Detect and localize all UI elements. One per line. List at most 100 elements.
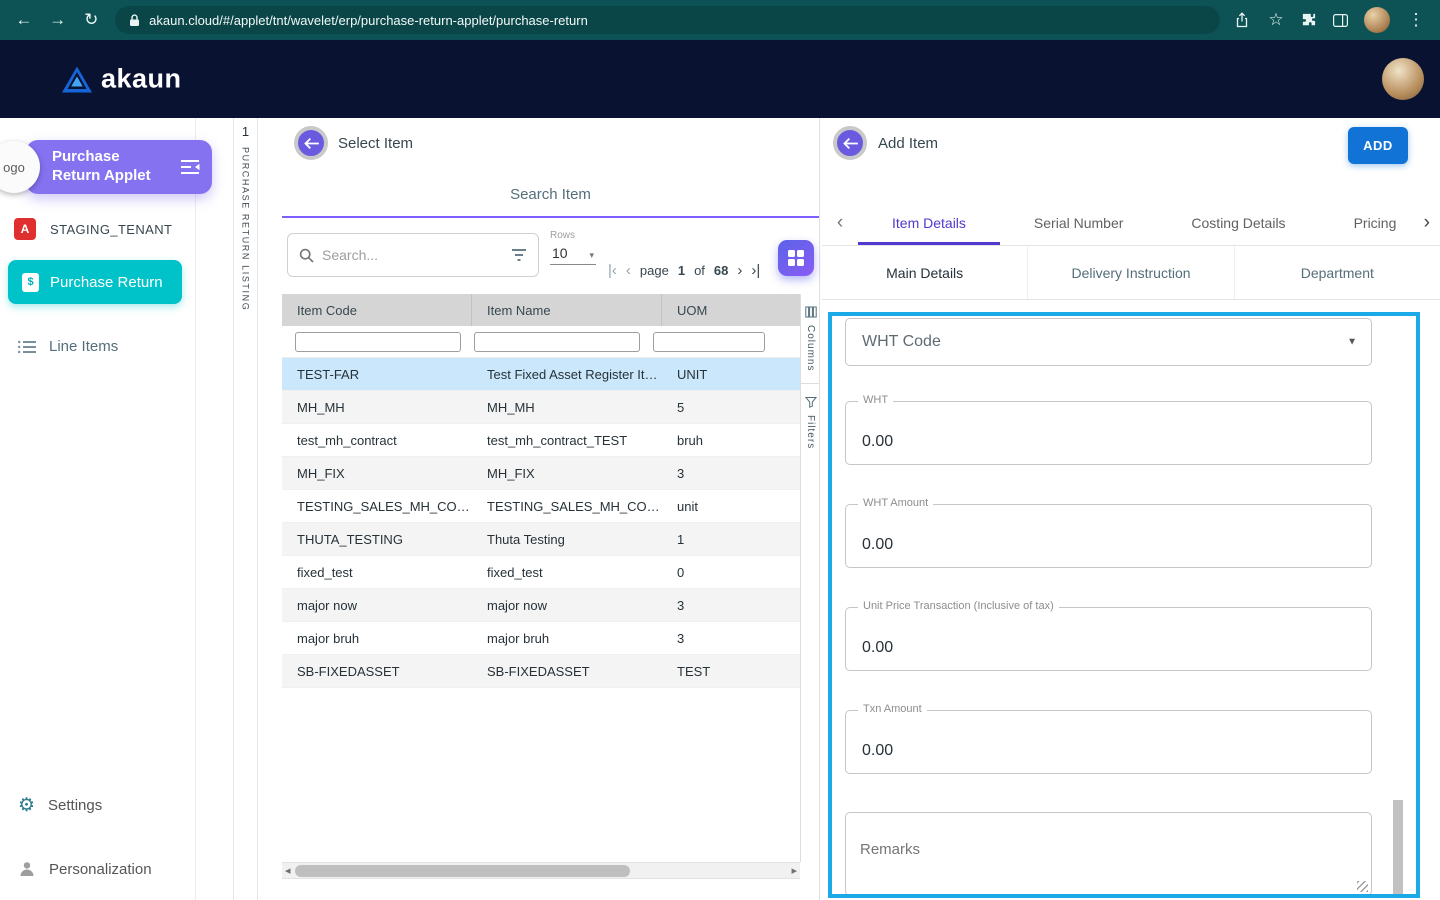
cell-item-name: test_mh_contract_TEST bbox=[472, 433, 662, 448]
horizontal-scrollbar[interactable]: ◂ ▸ bbox=[282, 862, 800, 879]
personalization-label: Personalization bbox=[49, 861, 152, 878]
grid-view-button[interactable] bbox=[778, 240, 814, 276]
unit-price-transaction-field[interactable]: Unit Price Transaction (Inclusive of tax… bbox=[845, 607, 1372, 671]
cell-uom: 3 bbox=[662, 598, 800, 613]
add-button[interactable]: ADD bbox=[1348, 127, 1408, 164]
table-header: Item Code Item Name UOM bbox=[282, 294, 800, 326]
cell-item-code: MH_MH bbox=[282, 400, 472, 415]
vertical-scrollbar-thumb[interactable] bbox=[1393, 800, 1403, 894]
tabs-scroll-left-icon[interactable]: ‹ bbox=[822, 212, 858, 234]
filters-tool[interactable]: Filters bbox=[801, 384, 820, 449]
extensions-puzzle-icon[interactable] bbox=[1302, 13, 1317, 28]
cell-item-name: MH_MH bbox=[472, 400, 662, 415]
tab-serial-number[interactable]: Serial Number bbox=[1000, 200, 1157, 245]
app-header: akaun bbox=[0, 40, 1440, 118]
resize-grip-icon[interactable] bbox=[1357, 881, 1368, 892]
subtabs-bar: Main Details Delivery Instruction Depart… bbox=[822, 246, 1440, 300]
first-page-icon[interactable]: |‹ bbox=[608, 262, 617, 279]
wht-amount-field[interactable]: WHT Amount 0.00 bbox=[845, 504, 1372, 568]
share-icon[interactable] bbox=[1234, 12, 1250, 28]
pagination: |‹ ‹ page 1 of 68 › ›| bbox=[608, 258, 760, 282]
table-row[interactable]: test_mh_contract test_mh_contract_TEST b… bbox=[282, 424, 800, 457]
sidebar-item-settings[interactable]: ⚙ Settings bbox=[18, 796, 102, 815]
browser-actions: ☆ ⋮ bbox=[1234, 7, 1426, 33]
filter-lines-icon[interactable] bbox=[511, 248, 527, 262]
cell-uom: unit bbox=[662, 499, 800, 514]
remarks-label: Remarks bbox=[860, 841, 920, 858]
filter-input-item-name[interactable] bbox=[474, 332, 640, 352]
sidebar-item-purchase-return[interactable]: $ Purchase Return bbox=[8, 260, 182, 304]
cell-item-name: major bruh bbox=[472, 631, 662, 646]
line-items-label: Line Items bbox=[49, 338, 118, 355]
address-bar[interactable]: akaun.cloud/#/applet/tnt/wavelet/erp/pur… bbox=[115, 6, 1220, 34]
wht-value: 0.00 bbox=[862, 433, 893, 451]
txn-amount-field[interactable]: Txn Amount 0.00 bbox=[845, 710, 1372, 774]
next-page-icon[interactable]: › bbox=[737, 262, 742, 279]
browser-profile-avatar[interactable] bbox=[1364, 7, 1390, 33]
collapse-menu-icon[interactable] bbox=[180, 159, 200, 175]
table-row[interactable]: SB-FIXEDASSET SB-FIXEDASSET TEST bbox=[282, 655, 800, 688]
highlighted-form-area: WHT Code ▼ WHT 0.00 WHT Amount 0.00 Unit… bbox=[828, 312, 1420, 898]
page-total: 68 bbox=[714, 263, 728, 278]
scrollbar-thumb[interactable] bbox=[295, 865, 630, 877]
browser-forward-icon[interactable]: → bbox=[48, 10, 68, 30]
prev-page-icon[interactable]: ‹ bbox=[626, 262, 631, 279]
purchase-return-label: Purchase Return bbox=[50, 274, 163, 291]
scroll-right-icon[interactable]: ▸ bbox=[791, 864, 797, 877]
search-input[interactable] bbox=[322, 247, 503, 263]
tenant-name: STAGING_TENANT bbox=[50, 222, 172, 237]
cell-item-code: THUTA_TESTING bbox=[282, 532, 472, 547]
table-row[interactable]: TEST-FAR Test Fixed Asset Register Item … bbox=[282, 358, 800, 391]
search-box[interactable] bbox=[287, 233, 539, 277]
table-row[interactable]: MH_MH MH_MH 5 bbox=[282, 391, 800, 424]
table-row[interactable]: MH_FIX MH_FIX 3 bbox=[282, 457, 800, 490]
subtab-delivery-instruction[interactable]: Delivery Instruction bbox=[1028, 246, 1234, 299]
user-avatar[interactable] bbox=[1382, 58, 1424, 100]
tab-costing-details[interactable]: Costing Details bbox=[1157, 200, 1319, 245]
akaun-triangle-icon bbox=[62, 66, 92, 92]
tab-item-details[interactable]: Item Details bbox=[858, 200, 1000, 245]
bookmark-star-icon[interactable]: ☆ bbox=[1266, 10, 1286, 30]
back-button[interactable] bbox=[294, 126, 328, 160]
table-row[interactable]: major bruh major bruh 3 bbox=[282, 622, 800, 655]
sidebar-item-personalization[interactable]: Personalization bbox=[18, 860, 152, 878]
screen: ← → ↻ akaun.cloud/#/applet/tnt/wavelet/e… bbox=[0, 0, 1440, 900]
tenant-row[interactable]: A STAGING_TENANT bbox=[14, 218, 172, 240]
receipt-icon: $ bbox=[22, 273, 39, 292]
filter-input-item-code[interactable] bbox=[295, 332, 461, 352]
last-page-icon[interactable]: ›| bbox=[751, 262, 760, 279]
columns-tool[interactable]: Columns bbox=[801, 294, 820, 371]
wht-code-select[interactable]: WHT Code ▼ bbox=[845, 318, 1372, 366]
applet-title-pill[interactable]: Purchase Return Applet bbox=[26, 140, 212, 194]
scroll-left-icon[interactable]: ◂ bbox=[285, 864, 291, 877]
browser-window-icon[interactable] bbox=[1333, 14, 1348, 27]
sidebar-item-line-items[interactable]: Line Items bbox=[18, 338, 118, 355]
table-filter-row bbox=[282, 326, 800, 358]
cell-item-code: MH_FIX bbox=[282, 466, 472, 481]
table-row[interactable]: TESTING_SALES_MH_CONTRACT TESTING_SALES_… bbox=[282, 490, 800, 523]
subtab-department[interactable]: Department bbox=[1235, 246, 1440, 299]
akaun-logo: akaun bbox=[62, 64, 182, 95]
wht-code-label: WHT Code bbox=[862, 333, 941, 351]
browser-menu-icon[interactable]: ⋮ bbox=[1406, 10, 1426, 30]
table-row[interactable]: THUTA_TESTING Thuta Testing 1 bbox=[282, 523, 800, 556]
cell-item-code: major now bbox=[282, 598, 472, 613]
columns-icon bbox=[805, 306, 817, 318]
back-button[interactable] bbox=[833, 126, 867, 160]
rows-per-page-select[interactable]: Rows 10 ▾ bbox=[550, 230, 600, 265]
add-item-panel: Add Item ADD ‹ Item Details Serial Numbe… bbox=[822, 118, 1440, 900]
cell-uom: 3 bbox=[662, 631, 800, 646]
step-column-listing[interactable]: 1 PURCHASE RETURN LISTING bbox=[233, 118, 257, 900]
tabs-scroll-right-icon[interactable]: › bbox=[1398, 200, 1440, 245]
remarks-textarea[interactable]: Remarks bbox=[845, 812, 1372, 896]
cell-item-name: MH_FIX bbox=[472, 466, 662, 481]
subtab-main-details[interactable]: Main Details bbox=[822, 246, 1028, 299]
chevron-down-icon: ▼ bbox=[1347, 337, 1357, 348]
filter-input-uom[interactable] bbox=[653, 332, 765, 352]
wht-field[interactable]: WHT 0.00 bbox=[845, 401, 1372, 465]
search-item-subtitle: Search Item bbox=[282, 186, 819, 203]
browser-back-icon[interactable]: ← bbox=[14, 10, 34, 30]
table-row[interactable]: major now major now 3 bbox=[282, 589, 800, 622]
table-row[interactable]: fixed_test fixed_test 0 bbox=[282, 556, 800, 589]
browser-reload-icon[interactable]: ↻ bbox=[81, 10, 101, 30]
